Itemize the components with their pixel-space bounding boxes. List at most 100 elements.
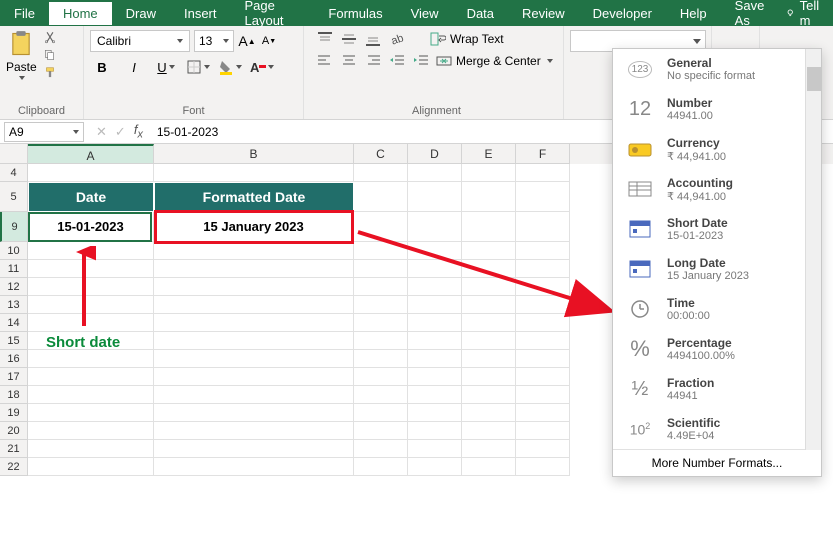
cut-icon[interactable] — [41, 30, 59, 44]
tab-view[interactable]: View — [397, 2, 453, 25]
bold-button[interactable]: B — [90, 56, 114, 78]
cell[interactable] — [462, 386, 516, 404]
format-item-general[interactable]: 123GeneralNo specific format — [613, 49, 821, 89]
cell[interactable] — [354, 422, 408, 440]
name-box[interactable]: A9 — [4, 122, 84, 142]
cell[interactable] — [408, 242, 462, 260]
cell[interactable] — [354, 404, 408, 422]
cell[interactable] — [28, 296, 154, 314]
cell[interactable] — [462, 296, 516, 314]
row-header[interactable]: 17 — [0, 368, 28, 386]
row-header[interactable]: 16 — [0, 350, 28, 368]
merge-center-button[interactable]: Merge & Center — [436, 53, 553, 69]
font-size-dropdown[interactable]: 13 — [194, 30, 234, 52]
format-item-percentage[interactable]: %Percentage4494100.00% — [613, 329, 821, 369]
cell-a9[interactable]: 15-01-2023 — [28, 212, 154, 242]
row-header[interactable]: 20 — [0, 422, 28, 440]
cell[interactable] — [516, 368, 570, 386]
row-header[interactable]: 10 — [0, 242, 28, 260]
format-item-number[interactable]: 12Number44941.00 — [613, 89, 821, 129]
copy-icon[interactable] — [41, 48, 59, 62]
cell[interactable] — [354, 368, 408, 386]
row-header[interactable]: 18 — [0, 386, 28, 404]
align-middle-icon[interactable] — [340, 30, 358, 48]
cell[interactable] — [154, 314, 354, 332]
cell[interactable] — [154, 440, 354, 458]
cell[interactable] — [154, 278, 354, 296]
cell[interactable] — [408, 386, 462, 404]
cell[interactable] — [354, 182, 408, 212]
cell[interactable] — [516, 386, 570, 404]
tab-data[interactable]: Data — [453, 2, 508, 25]
enter-icon[interactable]: ✓ — [115, 124, 126, 140]
cell[interactable] — [28, 422, 154, 440]
cell[interactable] — [516, 164, 570, 182]
fx-icon[interactable]: fx — [134, 122, 143, 141]
cell[interactable] — [408, 458, 462, 476]
cell[interactable] — [408, 278, 462, 296]
cell[interactable] — [516, 458, 570, 476]
cell[interactable] — [408, 182, 462, 212]
more-number-formats[interactable]: More Number Formats... — [613, 449, 821, 476]
cell[interactable] — [354, 242, 408, 260]
format-item-scientific[interactable]: 102Scientific4.49E+04 — [613, 409, 821, 449]
paste-button[interactable]: Paste — [6, 30, 37, 80]
cell[interactable] — [516, 332, 570, 350]
row-header[interactable]: 22 — [0, 458, 28, 476]
cell[interactable] — [408, 260, 462, 278]
col-header-e[interactable]: E — [462, 144, 516, 164]
cell[interactable] — [462, 458, 516, 476]
cell[interactable] — [516, 440, 570, 458]
cell[interactable] — [516, 404, 570, 422]
tab-draw[interactable]: Draw — [112, 2, 170, 25]
row-header[interactable]: 15 — [0, 332, 28, 350]
row-header[interactable]: 21 — [0, 440, 28, 458]
cell[interactable] — [354, 458, 408, 476]
cell-header-date[interactable]: Date — [28, 182, 154, 212]
cell[interactable] — [462, 242, 516, 260]
cell[interactable] — [354, 296, 408, 314]
row-header[interactable]: 12 — [0, 278, 28, 296]
cell[interactable] — [28, 386, 154, 404]
cell[interactable] — [354, 314, 408, 332]
cell[interactable] — [408, 440, 462, 458]
cell[interactable] — [408, 296, 462, 314]
cell[interactable] — [28, 242, 154, 260]
cell[interactable] — [28, 314, 154, 332]
cell[interactable] — [28, 350, 154, 368]
tab-home[interactable]: Home — [49, 2, 112, 25]
align-top-icon[interactable] — [316, 30, 334, 48]
cell[interactable] — [28, 278, 154, 296]
cell[interactable] — [516, 296, 570, 314]
row-header[interactable]: 13 — [0, 296, 28, 314]
tab-formulas[interactable]: Formulas — [314, 2, 396, 25]
cell[interactable] — [462, 182, 516, 212]
cell[interactable] — [408, 368, 462, 386]
cell[interactable] — [462, 332, 516, 350]
cell[interactable] — [408, 422, 462, 440]
cell[interactable] — [462, 164, 516, 182]
cell[interactable] — [354, 212, 408, 242]
cell[interactable] — [154, 386, 354, 404]
cell[interactable] — [354, 260, 408, 278]
align-right-icon[interactable] — [364, 52, 382, 70]
cell[interactable] — [516, 422, 570, 440]
cell-b9[interactable]: 15 January 2023 — [154, 212, 354, 242]
format-item-time[interactable]: Time00:00:00 — [613, 289, 821, 329]
tab-developer[interactable]: Developer — [579, 2, 666, 25]
cell[interactable] — [354, 350, 408, 368]
align-center-icon[interactable] — [340, 52, 358, 70]
row-header[interactable]: 9 — [0, 212, 28, 242]
cell[interactable] — [462, 278, 516, 296]
cell[interactable] — [516, 350, 570, 368]
italic-button[interactable]: I — [122, 56, 146, 78]
row-header[interactable]: 5 — [0, 182, 28, 212]
cell[interactable] — [516, 182, 570, 212]
cell[interactable] — [28, 404, 154, 422]
row-header[interactable]: 4 — [0, 164, 28, 182]
cell[interactable] — [408, 212, 462, 242]
cell[interactable] — [154, 422, 354, 440]
cell[interactable] — [28, 368, 154, 386]
increase-indent-icon[interactable] — [412, 52, 430, 70]
underline-button[interactable]: U — [154, 56, 178, 78]
